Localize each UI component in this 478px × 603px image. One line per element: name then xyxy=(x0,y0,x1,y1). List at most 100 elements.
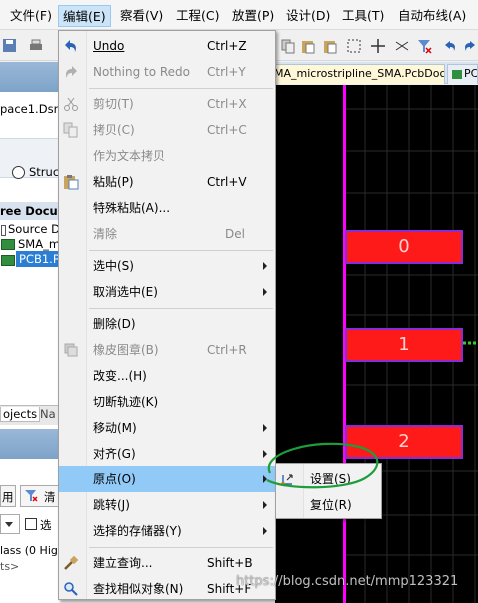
pad-1[interactable]: 1 xyxy=(345,328,463,362)
submenu-arrow-icon xyxy=(263,424,267,432)
apply-button[interactable]: 用 xyxy=(0,485,16,507)
structure-radio[interactable] xyxy=(12,166,25,179)
select-checkbox[interactable] xyxy=(25,518,37,530)
menu-item-label: 特殊粘贴(A)... xyxy=(93,201,171,215)
redo-icon xyxy=(66,66,77,78)
apply-button-label: 用 xyxy=(2,490,14,504)
select-overlap-icon[interactable] xyxy=(394,38,410,54)
menu-item-shortcut: Ctrl+C xyxy=(207,123,247,137)
menu-file[interactable]: 文件(F) xyxy=(10,8,52,24)
menu-item-align[interactable]: 对齐(G) xyxy=(59,441,275,467)
menu-item-rubber-stamp[interactable]: 橡皮图章(B) Ctrl+R xyxy=(59,337,275,363)
menu-item-label: 选中(S) xyxy=(93,259,134,273)
menu-tools[interactable]: 工具(T) xyxy=(342,8,384,24)
menu-item-label: 取消选中(E) xyxy=(93,285,158,299)
copy-icon xyxy=(63,122,78,138)
paste-array-icon[interactable] xyxy=(322,38,338,54)
dropdown-field[interactable] xyxy=(0,514,20,534)
undo-icon[interactable] xyxy=(442,38,458,54)
menu-item-origin[interactable]: 原点(O) xyxy=(59,466,275,492)
class-filter-label: lass (0 High xyxy=(0,544,60,557)
pcb-file-icon xyxy=(1,255,15,266)
menu-item-label: 清除 xyxy=(93,227,118,241)
workspace-field[interactable]: pace1.DsnW xyxy=(0,102,60,116)
menu-item-shortcut: Ctrl+R xyxy=(207,343,247,357)
menu-item-copy[interactable]: 拷贝(C) Ctrl+C xyxy=(59,117,275,143)
pcb-file-icon xyxy=(1,239,15,250)
menu-item-label: 删除(D) xyxy=(93,317,136,331)
menu-item-delete[interactable]: 删除(D) xyxy=(59,311,275,337)
menu-separator xyxy=(89,308,273,309)
clear-button[interactable]: 清 xyxy=(20,485,60,507)
watermark: https://blog.csdn.net/mmp123321 xyxy=(236,574,459,589)
status-label: ts> xyxy=(0,560,20,573)
tab-navigator[interactable]: Na xyxy=(40,407,56,421)
submenu-arrow-icon xyxy=(263,527,267,535)
menu-item-label: 粘贴(P) xyxy=(93,175,134,189)
menu-item-label: 改变...(H) xyxy=(93,369,147,383)
menu-item-shortcut: Del xyxy=(225,227,245,241)
menu-item-cut[interactable]: 剪切(T) Ctrl+X xyxy=(59,91,275,117)
menu-item-label: Undo xyxy=(93,39,125,53)
menu-item-label: 切断轨迹(K) xyxy=(93,395,159,409)
menu-separator xyxy=(89,88,273,89)
select-area-icon[interactable] xyxy=(346,38,362,54)
menu-view[interactable]: 察看(V) xyxy=(120,8,163,24)
submenu-arrow-icon xyxy=(263,288,267,296)
menu-item-paste[interactable]: 粘贴(P) Ctrl+V xyxy=(59,169,275,195)
rubber-stamp-icon xyxy=(64,343,78,357)
tab-pcb1[interactable]: PCB xyxy=(447,64,478,84)
edit-menu: Undo Ctrl+Z Nothing to Redo Ctrl+Y 剪切(T)… xyxy=(58,30,276,600)
undo-icon xyxy=(65,40,76,52)
menu-item-selection-memory[interactable]: 选择的存储器(Y) xyxy=(59,518,275,544)
menu-bar: 文件(F) 编辑(E) 察看(V) 工程(C) 放置(P) 设计(D) 工具(T… xyxy=(0,0,478,30)
menu-autoroute[interactable]: 自动布线(A) xyxy=(398,8,466,24)
menu-item-clear[interactable]: 清除 Del xyxy=(59,221,275,247)
pad-0[interactable]: 0 xyxy=(345,230,463,264)
move-icon[interactable] xyxy=(370,38,386,54)
menu-item-paste-special[interactable]: 特殊粘贴(A)... xyxy=(59,195,275,221)
menu-item-label: 橡皮图章(B) xyxy=(93,343,159,357)
menu-project[interactable]: 工程(C) xyxy=(176,8,219,24)
clear-filter-icon[interactable] xyxy=(416,38,432,54)
source-documents-node[interactable]: Source Do xyxy=(8,222,60,236)
select-checkbox-label: 选 xyxy=(40,518,52,532)
menu-place[interactable]: 放置(P) xyxy=(232,8,274,24)
menu-design[interactable]: 设计(D) xyxy=(286,8,330,24)
pcb-canvas[interactable]: 0 1 2 xyxy=(275,85,478,603)
print-icon[interactable] xyxy=(28,38,44,54)
clear-filter-icon xyxy=(25,490,38,502)
menu-item-label: 对齐(G) xyxy=(93,447,136,461)
menu-item-deselect[interactable]: 取消选中(E) xyxy=(59,279,275,305)
paste-icon[interactable] xyxy=(300,38,316,54)
find-similar-icon xyxy=(64,582,78,596)
tab-sma-microstrip-pcbdoc[interactable]: MA_microstripline_SMA.PcbDoc * xyxy=(269,64,445,84)
submenu-arrow-icon xyxy=(263,501,267,509)
menu-item-undo[interactable]: Undo Ctrl+Z xyxy=(59,33,275,59)
save-icon[interactable] xyxy=(2,38,18,54)
clear-button-label: 清 xyxy=(44,490,56,504)
menu-item-label: 拷贝(C) xyxy=(93,123,135,137)
file-sma-microstrip[interactable]: SMA_mi xyxy=(18,237,60,251)
menu-item-move[interactable]: 移动(M) xyxy=(59,415,275,441)
menu-separator xyxy=(89,250,273,251)
menu-item-jump[interactable]: 跳转(J) xyxy=(59,492,275,518)
menu-item-select[interactable]: 选中(S) xyxy=(59,253,275,279)
menu-item-redo[interactable]: Nothing to Redo Ctrl+Y xyxy=(59,59,275,85)
projects-panel: pace1.DsnW Struct ree Docum Source Do SM… xyxy=(0,62,60,603)
menu-item-build-query[interactable]: 建立查询... Shift+B xyxy=(59,550,275,576)
menu-item-slice-tracks[interactable]: 切断轨迹(K) xyxy=(59,389,275,415)
menu-item-label: 选择的存储器(Y) xyxy=(93,524,182,538)
menu-item-shortcut: Ctrl+X xyxy=(207,97,247,111)
menu-separator xyxy=(89,547,273,548)
panel-header xyxy=(0,429,60,459)
copy-icon[interactable] xyxy=(280,38,296,54)
menu-item-change[interactable]: 改变...(H) xyxy=(59,363,275,389)
file-pcb1[interactable]: PCB1.Pc xyxy=(16,251,60,267)
submenu-arrow-icon xyxy=(263,262,267,270)
menu-edit[interactable]: 编辑(E) xyxy=(58,5,111,27)
menu-item-copy-as-text[interactable]: 作为文本拷贝 xyxy=(59,143,275,169)
paste-icon xyxy=(64,175,79,190)
redo-icon[interactable] xyxy=(462,38,478,54)
tab-projects[interactable]: ojects xyxy=(0,407,41,422)
